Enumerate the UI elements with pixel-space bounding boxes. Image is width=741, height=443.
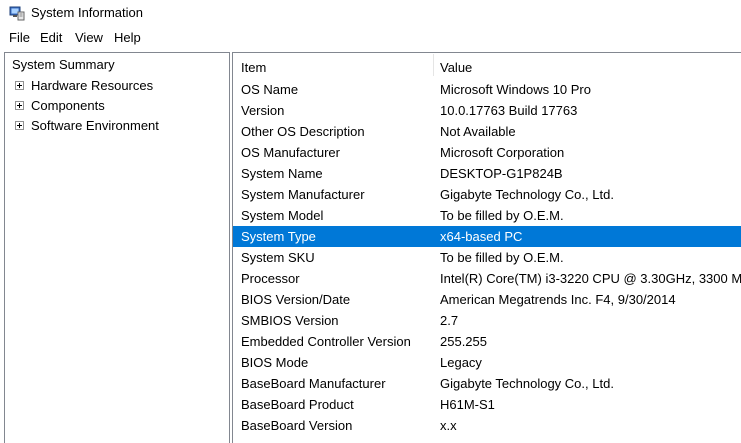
table-row[interactable]: System Type x64-based PC — [233, 226, 741, 247]
cell-item: Other OS Description — [241, 124, 365, 139]
cell-item: System Manufacturer — [241, 187, 365, 202]
cell-item: OS Manufacturer — [241, 145, 340, 160]
cell-item: OS Name — [241, 82, 299, 97]
table-row[interactable]: BIOS Version/Date American Megatrends Inc… — [233, 289, 741, 310]
cell-value: To be filled by O.E.M. — [440, 250, 564, 265]
table-row[interactable]: BaseBoard Product H61M-S1 — [233, 394, 741, 415]
cell-item: Embedded Controller Version — [241, 334, 411, 349]
table-row[interactable]: OS Manufacturer Microsoft Corporation — [233, 142, 741, 163]
cell-value: x.x — [440, 418, 457, 433]
cell-value: H61M-S1 — [440, 397, 495, 412]
cell-value: Not Available — [440, 124, 516, 139]
cell-value: Gigabyte Technology Co., Ltd. — [440, 376, 614, 391]
cell-value: DESKTOP-G1P824B — [440, 166, 563, 181]
table-row[interactable]: BaseBoard Manufacturer Gigabyte Technolog… — [233, 373, 741, 394]
cell-item: System Type — [241, 229, 316, 244]
menu-file[interactable]: File — [9, 30, 30, 45]
cell-item: Processor — [241, 271, 300, 286]
cell-value: Intel(R) Core(TM) i3-3220 CPU @ 3.30GHz,… — [440, 271, 741, 286]
cell-item: BIOS Mode — [241, 355, 309, 370]
menu-help[interactable]: Help — [114, 30, 141, 45]
table-row[interactable]: System Manufacturer Gigabyte Technology C… — [233, 184, 741, 205]
table-row[interactable]: BaseBoard Version x.x — [233, 415, 741, 436]
details-list[interactable]: Item Value OS Name Microsoft Windows 10 P… — [232, 52, 741, 443]
table-row[interactable]: System SKU To be filled by O.E.M. — [233, 247, 741, 268]
table-row[interactable]: System Model To be filled by O.E.M. — [233, 205, 741, 226]
cell-item: System Model — [241, 208, 324, 223]
menu-bar: File Edit View Help — [0, 27, 741, 49]
details-rows: OS Name Microsoft Windows 10 Pro Version 10… — [233, 79, 741, 436]
cell-value: Microsoft Corporation — [440, 145, 565, 160]
tree-item-label: Hardware Resources — [31, 78, 154, 93]
cell-value: To be filled by O.E.M. — [440, 208, 564, 223]
table-row[interactable]: Other OS Description Not Available — [233, 121, 741, 142]
tree-item-label: Software Environment — [31, 118, 159, 133]
table-row[interactable]: Processor Intel(R) Core(TM) i3-3220 CPU @… — [233, 268, 741, 289]
system-information-icon — [9, 6, 25, 21]
cell-item: BIOS Version/Date — [241, 292, 351, 307]
cell-value: Microsoft Windows 10 Pro — [440, 82, 591, 97]
cell-value: 255.255 — [440, 334, 487, 349]
menu-view[interactable]: View — [75, 30, 103, 45]
tree-item-system-summary[interactable]: System Summary — [12, 57, 115, 72]
category-tree[interactable]: System Summary Hardware Resources Compon… — [4, 52, 230, 443]
table-row[interactable]: Embedded Controller Version 255.255 — [233, 331, 741, 352]
cell-item: BaseBoard Product — [241, 397, 354, 412]
cell-item: BaseBoard Version — [241, 418, 353, 433]
table-row[interactable]: Version 10.0.17763 Build 17763 — [233, 100, 741, 121]
column-header-item[interactable]: Item — [241, 60, 266, 75]
cell-item: System Name — [241, 166, 323, 181]
cell-item: System SKU — [241, 250, 315, 265]
table-row[interactable]: BIOS Mode Legacy — [233, 352, 741, 373]
expand-plus-icon[interactable] — [15, 101, 24, 110]
table-row[interactable]: SMBIOS Version 2.7 — [233, 310, 741, 331]
cell-value: Legacy — [440, 355, 482, 370]
cell-value: American Megatrends Inc. F4, 9/30/2014 — [440, 292, 676, 307]
cell-value: x64-based PC — [440, 229, 523, 244]
menu-edit[interactable]: Edit — [40, 30, 62, 45]
table-row[interactable]: OS Name Microsoft Windows 10 Pro — [233, 79, 741, 100]
title-bar: System Information — [0, 0, 741, 27]
cell-item: SMBIOS Version — [241, 313, 339, 328]
column-header-value[interactable]: Value — [440, 60, 472, 75]
cell-value: Gigabyte Technology Co., Ltd. — [440, 187, 614, 202]
cell-value: 2.7 — [440, 313, 459, 328]
table-row[interactable]: System Name DESKTOP-G1P824B — [233, 163, 741, 184]
cell-item: BaseBoard Manufacturer — [241, 376, 386, 391]
window-title: System Information — [31, 5, 143, 20]
cell-item: Version — [241, 103, 285, 118]
tree-item-label: Components — [31, 98, 105, 113]
expand-plus-icon[interactable] — [15, 81, 24, 90]
cell-value: 10.0.17763 Build 17763 — [440, 103, 578, 118]
column-divider[interactable] — [433, 54, 434, 76]
expand-plus-icon[interactable] — [15, 121, 24, 130]
